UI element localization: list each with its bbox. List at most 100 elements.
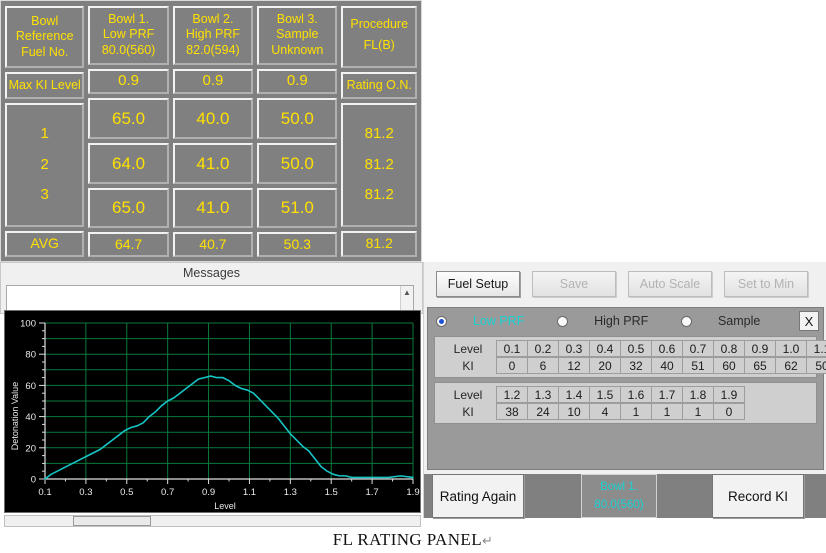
ki-level-cell: 0.7 (682, 340, 714, 357)
avg-procedure: 81.2 (341, 231, 417, 257)
ki-level-cell: 0.1 (496, 340, 528, 357)
header-line-3: Fuel No. (21, 44, 69, 59)
radio-low-prf[interactable] (436, 315, 447, 327)
results-column-bowl3: Bowl 3. Sample Unknown 0.9 50.0 50.0 51.… (257, 6, 338, 258)
ki-level-cell: 0.4 (589, 340, 621, 357)
ki-value-cell: 51 (682, 357, 714, 374)
ki-value-cell: 60 (713, 357, 745, 374)
messages-scrollbar[interactable]: ▲ (400, 286, 413, 310)
x-tick-label: 0.5 (120, 487, 133, 498)
fuel-setup-button[interactable]: Fuel Setup (436, 271, 520, 297)
radio-sample[interactable] (680, 315, 692, 327)
header-line-3: 80.0(560) (101, 43, 156, 58)
y-tick-label: 80 (25, 350, 36, 361)
ki-level-cell: 1.1 (806, 340, 826, 357)
results-column-bowl2: Bowl 2. High PRF 82.0(594) 0.9 40.0 41.0… (172, 6, 254, 258)
results-column-procedure: Procedure FL(B) Rating O.N. 81.2 81.2 81… (341, 6, 417, 257)
x-tick-label: 1.5 (325, 487, 338, 498)
ki-value-label-1: KI (462, 358, 474, 373)
x-tick-label: 1.1 (243, 487, 256, 498)
ki-level-cells-2: 1.2 1.3 1.4 1.5 1.6 1.7 1.8 1.9 (496, 386, 745, 403)
results-grid: Bowl Reference Fuel No. Max KI Level 1 2… (5, 6, 417, 258)
messages-panel: Messages ▲ (0, 262, 423, 314)
header-line-2: FL(B) (363, 37, 395, 52)
procedure-row2: 81.2 (364, 155, 394, 173)
row-label-1: 1 (40, 124, 49, 142)
ki-value-cells-1: 0 6 12 20 32 40 51 60 65 62 50 (496, 357, 826, 374)
header-line-1: Bowl 3. (276, 11, 318, 26)
value-bowl1-row3: 65.0 (88, 187, 169, 229)
ki-value-cell: 32 (620, 357, 652, 374)
ki-level-cell: 1.6 (620, 386, 652, 403)
prf-section: Low PRF High PRF Sample X Level 0.1 0.2 0.… (427, 307, 826, 470)
y-tick-label: 0 (31, 475, 36, 486)
ki-level-cell: 0.9 (744, 340, 776, 357)
auto-scale-button[interactable]: Auto Scale (628, 271, 712, 297)
ki-value-cell: 50 (806, 357, 826, 374)
ki-value-cell: 20 (589, 357, 621, 374)
y-tick-label: 100 (20, 319, 36, 330)
header-bowl-reference: Bowl Reference Fuel No. (5, 6, 85, 68)
chart-y-axis-label: Detonation Value (10, 382, 20, 450)
ki-level-cell: 1.8 (682, 386, 714, 403)
y-tick-label: 60 (25, 381, 36, 392)
results-column-bowl1: Bowl 1. Low PRF 80.0(560) 0.9 65.0 64.0 … (88, 6, 169, 258)
ki-value-cell: 62 (775, 357, 807, 374)
ki-level-cell: 0.5 (620, 340, 652, 357)
value-bowl2-row2: 41.0 (172, 142, 254, 184)
header-bowl-3: Bowl 3. Sample Unknown (257, 6, 338, 65)
close-icon[interactable]: X (799, 311, 819, 331)
toolbar: Fuel Setup Save Auto Scale Set to Min (424, 262, 826, 297)
messages-textbox[interactable]: ▲ (6, 285, 414, 311)
ki-value-cell: 24 (527, 403, 559, 420)
row-label-2: 2 (40, 155, 49, 173)
procedure-row1: 81.2 (364, 124, 394, 142)
radio-label-sample[interactable]: Sample (718, 314, 760, 328)
header-bowl-2: Bowl 2. High PRF 82.0(594) (172, 6, 254, 65)
max-ki-level-label: Max KI Level (5, 72, 85, 99)
bowl-indicator-line2: 80.0(560) (594, 499, 644, 511)
row-index-group: 1 2 3 (5, 103, 85, 227)
ki-level-cell: 0.6 (651, 340, 683, 357)
save-button[interactable]: Save (532, 271, 616, 297)
value-bowl2-row3: 41.0 (172, 187, 254, 229)
avg-bowl3: 50.3 (257, 232, 338, 258)
ki-value-cell: 1 (651, 403, 683, 420)
radio-label-low-prf[interactable]: Low PRF (473, 314, 524, 328)
detonation-chart: 0 20 40 60 80 100 0.1 0.3 0.5 0.7 0.9 1.1 1.3 1.5 1.7 1… (5, 311, 420, 512)
ki-value-cell: 4 (589, 403, 621, 420)
set-to-min-button[interactable]: Set to Min (724, 271, 808, 297)
y-tick-label: 20 (25, 443, 36, 454)
radio-high-prf[interactable] (557, 315, 569, 327)
ki-level-cell: 0.2 (527, 340, 559, 357)
results-column-reference: Bowl Reference Fuel No. Max KI Level 1 2… (5, 6, 85, 257)
ki-level-row-2: Level 1.2 1.3 1.4 1.5 1.6 1.7 1.8 1.9 (439, 386, 812, 403)
detonation-chart-panel: 0 20 40 60 80 100 0.1 0.3 0.5 0.7 0.9 1.1 1.3 1.5 1.7 1… (4, 310, 421, 513)
ki-value-cells-2: 38 24 10 4 1 1 1 0 (496, 403, 745, 420)
header-line-2: Low PRF (102, 27, 155, 42)
procedure-value-group: 81.2 81.2 81.2 (341, 103, 417, 227)
avg-bowl2: 40.7 (172, 232, 254, 258)
scroll-up-icon[interactable]: ▲ (401, 286, 413, 300)
header-line-2: High PRF (185, 27, 241, 42)
ki-table-block-2: Level 1.2 1.3 1.4 1.5 1.6 1.7 1.8 1.9 KI 38 24 10… (434, 382, 817, 424)
scrollbar-thumb[interactable] (73, 516, 151, 526)
ki-level-row-1: Level 0.10.20.30.40.50.60.70.80.91.01.1 (439, 340, 826, 357)
header-line-1: Bowl (31, 13, 59, 28)
radio-label-high-prf[interactable]: High PRF (594, 314, 648, 328)
bowl-indicator: Bowl 1. 80.0(560) (581, 474, 657, 518)
record-ki-button[interactable]: Record KI (712, 474, 804, 518)
ki-value-cell: 12 (558, 357, 590, 374)
ki-level-cell: 1.3 (527, 386, 559, 403)
value-bowl3-row2: 50.0 (257, 142, 338, 184)
paragraph-mark-icon: ↵ (481, 533, 494, 548)
ki-level-cell: 1.2 (496, 386, 528, 403)
results-table-panel: Bowl Reference Fuel No. Max KI Level 1 2… (0, 0, 422, 262)
header-line-1: Bowl 1. (108, 11, 150, 26)
avg-label: AVG (5, 231, 85, 257)
ki-value-row-1: KI 0 6 12 20 32 40 51 60 65 62 50 (439, 357, 826, 374)
rating-again-button[interactable]: Rating Again (432, 474, 524, 518)
chart-horizontal-scrollbar[interactable] (4, 515, 421, 527)
procedure-row3: 81.2 (364, 186, 394, 204)
header-line-3: Unknown (271, 43, 324, 58)
